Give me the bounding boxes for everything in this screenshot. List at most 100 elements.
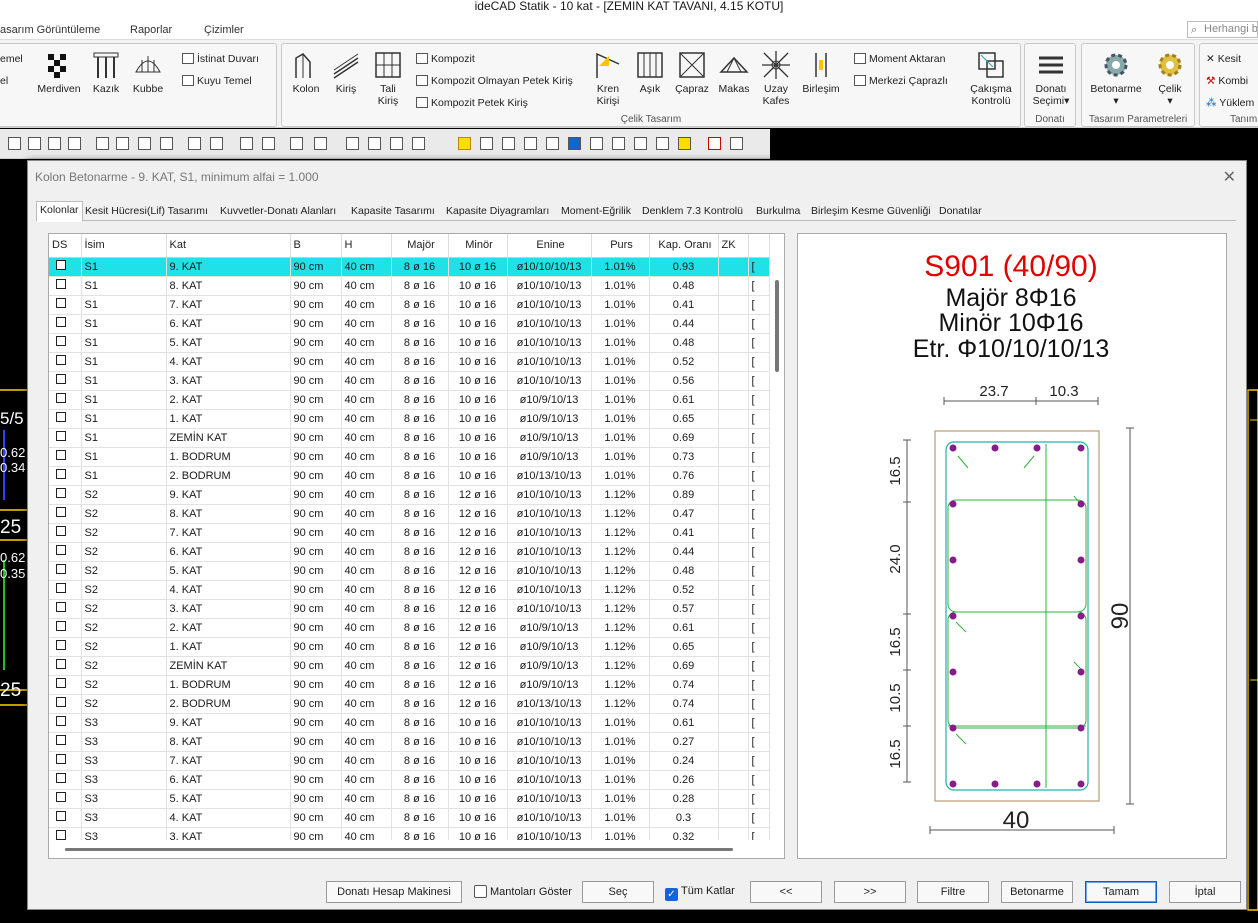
kompozit-button[interactable]: Kompozit xyxy=(416,53,475,65)
toolbar-tool-icon[interactable] xyxy=(524,137,537,150)
tum-katlar-checkbox[interactable]: ✓ Tüm Katlar xyxy=(665,885,735,901)
ds-checkbox-cell[interactable] xyxy=(49,352,82,372)
col-header-kat[interactable]: Kat xyxy=(166,234,291,258)
donati-hesap-makinesi-button[interactable]: Donatı Hesap Makinesi xyxy=(326,881,462,903)
ds-checkbox-cell[interactable] xyxy=(49,751,82,771)
toolbar-tool-icon[interactable] xyxy=(678,137,691,150)
ds-checkbox-cell[interactable] xyxy=(49,808,82,828)
ds-checkbox[interactable] xyxy=(56,602,66,612)
cad-canvas-right[interactable] xyxy=(1246,380,1258,920)
table-row[interactable]: S2 3. KAT 90 cm 40 cm 8 ø 16 12 ø 16 ø10/10/10… xyxy=(49,599,770,619)
table-row[interactable]: S3 7. KAT 90 cm 40 cm 8 ø 16 10 ø 16 ø10/10/10… xyxy=(49,751,770,771)
table-row[interactable]: S2 1. BODRUM 90 cm 40 cm 8 ø 16 12 ø 16 ø10/9/… xyxy=(49,675,770,695)
table-row[interactable]: S1 5. KAT 90 cm 40 cm 8 ø 16 10 ø 16 ø10/10/10… xyxy=(49,333,770,353)
ribbon-item-temel[interactable]: emel xyxy=(0,53,23,65)
toolbar-tool-icon[interactable] xyxy=(28,137,41,150)
col-header-h[interactable]: H xyxy=(341,234,392,258)
toolbar-tool-icon[interactable] xyxy=(210,137,223,150)
ds-checkbox[interactable] xyxy=(56,374,66,384)
next-button[interactable]: >> xyxy=(834,881,906,903)
ds-checkbox-cell[interactable] xyxy=(49,276,82,296)
toolbar-tool-icon[interactable] xyxy=(240,137,253,150)
toolbar-tool-icon[interactable] xyxy=(116,137,129,150)
col-header-b[interactable]: B xyxy=(290,234,342,258)
check-icon[interactable]: ✓ xyxy=(665,888,678,901)
ds-checkbox-cell[interactable] xyxy=(49,295,82,315)
mantolari-goster-checkbox[interactable]: Mantoları Göster xyxy=(474,885,572,898)
scroll-thumb[interactable] xyxy=(775,280,779,372)
table-row[interactable]: S2 2. KAT 90 cm 40 cm 8 ø 16 12 ø 16 ø10/9/10/… xyxy=(49,618,770,638)
toolbar-tool-icon[interactable] xyxy=(634,137,647,150)
merkezi-caprazli-button[interactable]: Merkezi Çaprazlı xyxy=(854,75,948,87)
ds-checkbox-cell[interactable] xyxy=(49,333,82,353)
table-row[interactable]: S1 ZEMİN KAT 90 cm 40 cm 8 ø 16 10 ø 16 ø10/9/… xyxy=(49,428,770,448)
toolbar-tool-icon[interactable] xyxy=(568,137,581,150)
ds-checkbox[interactable] xyxy=(56,279,66,289)
ds-checkbox-cell[interactable] xyxy=(49,447,82,467)
moment-aktaran-button[interactable]: Moment Aktaran xyxy=(854,53,945,65)
toolbar-tool-icon[interactable] xyxy=(656,137,669,150)
ds-checkbox[interactable] xyxy=(56,355,66,365)
ds-checkbox-cell[interactable] xyxy=(49,694,82,714)
tab-birlesim-kesme[interactable]: Birleşim Kesme Güvenliği xyxy=(808,203,934,221)
asik-button[interactable]: Aşık xyxy=(632,50,668,95)
toolbar-tool-icon[interactable] xyxy=(138,137,151,150)
table-row[interactable]: S3 6. KAT 90 cm 40 cm 8 ø 16 10 ø 16 ø10/10/10… xyxy=(49,770,770,790)
toolbar-tool-icon[interactable] xyxy=(160,137,173,150)
ds-checkbox[interactable] xyxy=(56,526,66,536)
ds-checkbox-cell[interactable] xyxy=(49,523,82,543)
table-row[interactable]: S2 8. KAT 90 cm 40 cm 8 ø 16 12 ø 16 ø10/10/10… xyxy=(49,504,770,524)
tab-burkulma[interactable]: Burkulma xyxy=(753,203,803,221)
toolbar-tool-icon[interactable] xyxy=(262,137,275,150)
kompozit-petek-button[interactable]: Kompozit Petek Kiriş xyxy=(416,97,528,109)
ds-checkbox[interactable] xyxy=(56,298,66,308)
tab-denklem[interactable]: Denklem 7.3 Kontrolü xyxy=(639,203,746,221)
table-row[interactable]: S1 4. KAT 90 cm 40 cm 8 ø 16 10 ø 16 ø10/10/10… xyxy=(49,352,770,372)
ds-checkbox[interactable] xyxy=(56,773,66,783)
ds-checkbox-cell[interactable] xyxy=(49,637,82,657)
tab-kolonlar[interactable]: Kolonlar xyxy=(36,201,83,222)
col-header-minor[interactable]: Minör xyxy=(448,234,508,258)
ds-checkbox[interactable] xyxy=(56,583,66,593)
kubbe-button[interactable]: Kubbe xyxy=(126,50,170,95)
tali-kiris-button[interactable]: Tali Kiriş xyxy=(370,50,406,107)
toolbar-tool-icon[interactable] xyxy=(502,137,515,150)
table-row[interactable]: S2 4. KAT 90 cm 40 cm 8 ø 16 12 ø 16 ø10/10/10… xyxy=(49,580,770,600)
ds-checkbox[interactable] xyxy=(56,792,66,802)
ds-checkbox[interactable] xyxy=(56,545,66,555)
cakisma-kontrolu-button[interactable]: Çakışma Kontrolü xyxy=(966,50,1016,107)
toolbar-tool-icon[interactable] xyxy=(590,137,603,150)
ds-checkbox-cell[interactable] xyxy=(49,542,82,562)
ds-checkbox[interactable] xyxy=(56,640,66,650)
toolbar-tool-icon[interactable] xyxy=(546,137,559,150)
ds-checkbox[interactable] xyxy=(56,716,66,726)
ds-checkbox[interactable] xyxy=(56,754,66,764)
table-row[interactable]: S1 8. KAT 90 cm 40 cm 8 ø 16 10 ø 16 ø10/10/10… xyxy=(49,276,770,296)
birlesim-button[interactable]: Birleşim xyxy=(798,50,844,95)
table-row[interactable]: S1 9. KAT 90 cm 40 cm 8 ø 16 10 ø 16 ø10/10/10… xyxy=(49,257,770,277)
ds-checkbox-cell[interactable] xyxy=(49,257,82,277)
ds-checkbox-cell[interactable] xyxy=(49,504,82,524)
table-row[interactable]: S2 5. KAT 90 cm 40 cm 8 ø 16 12 ø 16 ø10/10/10… xyxy=(49,561,770,581)
scroll-thumb[interactable] xyxy=(65,848,733,851)
toolbar-tool-icon[interactable] xyxy=(314,137,327,150)
ds-checkbox[interactable] xyxy=(56,317,66,327)
betonarme-param-button[interactable]: Betonarme ▾ xyxy=(1086,50,1146,107)
table-row[interactable]: S2 1. KAT 90 cm 40 cm 8 ø 16 12 ø 16 ø10/9/10/… xyxy=(49,637,770,657)
toolbar-tool-icon[interactable] xyxy=(68,137,81,150)
capraz-button[interactable]: Çapraz xyxy=(672,50,712,95)
ds-checkbox[interactable] xyxy=(56,469,66,479)
kazik-button[interactable]: Kazık xyxy=(86,50,126,95)
tab-moment-egrilik[interactable]: Moment-Eğrilik xyxy=(558,203,634,221)
donati-secimi-button[interactable]: Donatı Seçimi▾ xyxy=(1027,50,1075,107)
ds-checkbox-cell[interactable] xyxy=(49,732,82,752)
ds-checkbox-cell[interactable] xyxy=(49,770,82,790)
ds-checkbox[interactable] xyxy=(56,488,66,498)
toolbar-tool-icon[interactable] xyxy=(96,137,109,150)
tamam-button[interactable]: Tamam xyxy=(1085,881,1157,903)
search-input[interactable]: ⌕ Herhangi b xyxy=(1187,21,1258,38)
ds-checkbox-cell[interactable] xyxy=(49,713,82,733)
istinat-button[interactable]: İstinat Duvarı xyxy=(182,53,259,65)
menu-raporlar[interactable]: Raporlar xyxy=(130,24,172,36)
ds-checkbox[interactable] xyxy=(56,735,66,745)
